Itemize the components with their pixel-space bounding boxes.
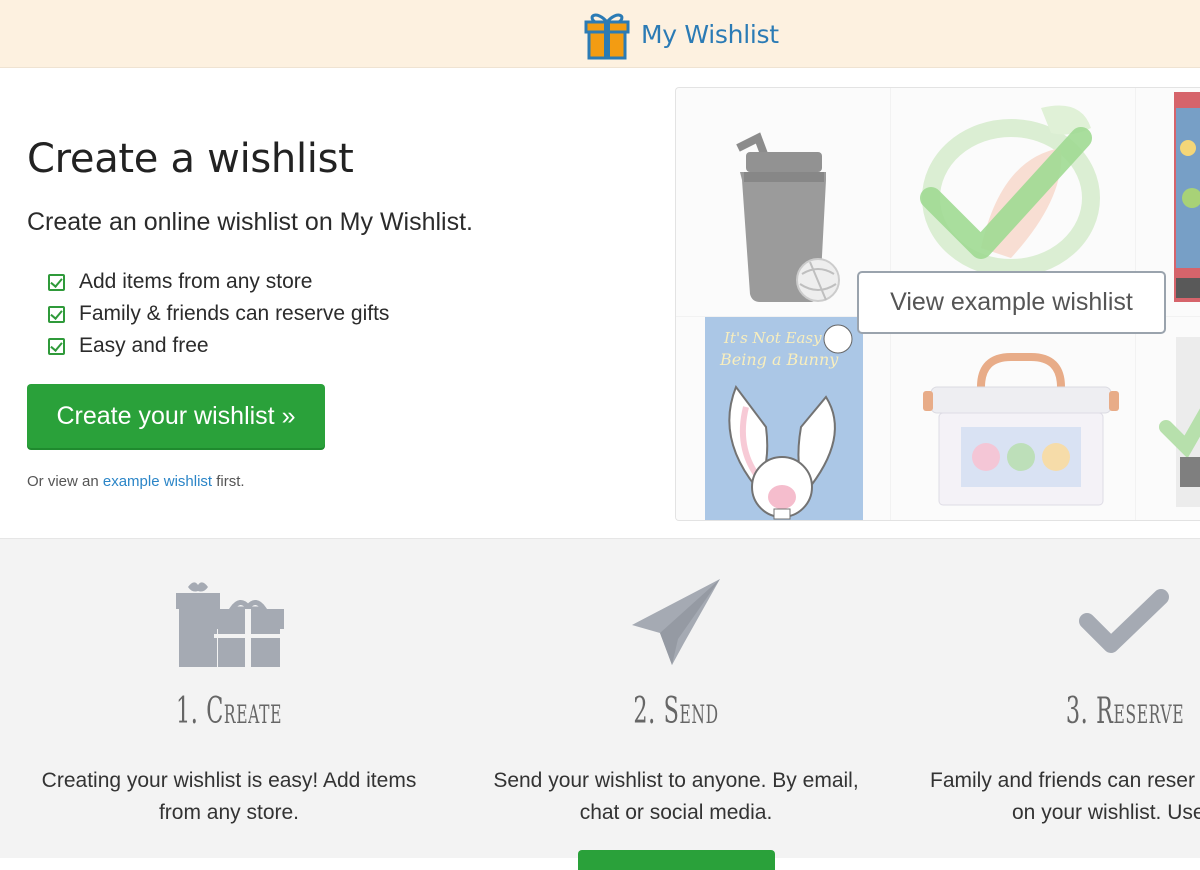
step-description-line: on your wishlist. Use [1012,801,1200,824]
gift-box-icon [583,8,631,60]
create-wishlist-button[interactable]: Create your wishlist » [27,384,325,448]
brand-logo[interactable]: My Wishlist [583,6,779,62]
brand-name: My Wishlist [641,19,779,49]
feature-item: Add items from any store [48,266,389,298]
item-bunny-book[interactable]: It's Not Easy Being a Bunny [676,317,891,520]
bunny-book-image: It's Not Easy Being a Bunny [705,317,863,520]
craft-kit-image [923,353,1119,506]
step-description: Send your wishlist to anyone. By email, … [493,769,859,824]
svg-text:Being a Bunny: Being a Bunny [719,350,839,369]
feature-item: Easy and free [48,330,389,362]
feature-label: Family & friends can reserve gifts [79,302,390,325]
view-example-wishlist-button[interactable]: View example wishlist [857,271,1166,334]
send-step-button[interactable] [578,850,775,870]
svg-text:It's Not Easy: It's Not Easy [723,329,822,347]
step-title: 1. Create [175,691,283,732]
step-title: 2. Send [633,691,719,732]
top-bar: My Wishlist [0,0,1200,68]
step-description: Creating your wishlist is easy! Add item… [41,769,417,824]
feature-label: Add items from any store [79,270,313,293]
checkmark-icon [1079,589,1169,660]
feature-list: Add items from any store Family & friend… [48,266,389,362]
example-link-text: Or view an example wishlist first. [27,473,245,490]
checkbox-icon [48,337,65,355]
feature-label: Easy and free [79,334,209,357]
how-it-works-section: 1. Create Creating your wishlist is easy… [0,538,1200,870]
example-wishlist-link[interactable]: example wishlist [103,473,212,490]
checkbox-icon [48,305,65,323]
feature-item: Family & friends can reserve gifts [48,298,389,330]
step-title: 3. Reserve [1065,691,1185,732]
hero-subtitle: Create an online wishlist on My Wishlist… [27,208,473,236]
item-craft-kit[interactable] [891,317,1136,520]
game-case-image [1159,337,1200,507]
gift-icon [174,579,286,674]
alt-prefix: Or view an [27,473,99,490]
alt-suffix: first. [216,473,245,490]
step-description-line: Family and friends can reser [930,769,1195,792]
paper-plane-icon [632,579,722,670]
step-description: Family and friends can reser on your wis… [915,765,1200,829]
item-game-case[interactable] [1136,317,1200,520]
checkbox-icon [48,273,65,291]
page-title: Create a wishlist [27,136,354,182]
